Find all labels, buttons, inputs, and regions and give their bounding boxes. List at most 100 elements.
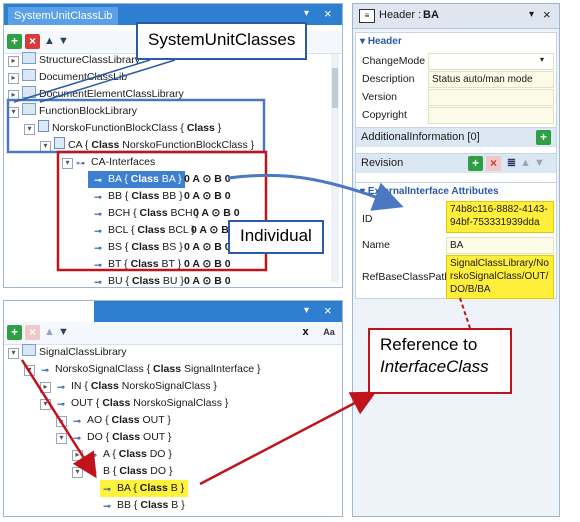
tree-row-do[interactable]: ▾ ⊸ DO { Class OUT } — [56, 429, 171, 446]
refbaseclasspath-field[interactable]: SignalClassLibrary/NorskoSignalClass/OUT… — [446, 255, 554, 299]
expander-icon[interactable]: ▾ — [40, 399, 51, 410]
move-down-button[interactable]: ▼ — [532, 156, 547, 171]
name-field[interactable]: BA — [446, 237, 554, 254]
tree-row-signal-class-lib[interactable]: ▾ SignalClassLibrary — [8, 344, 127, 361]
tree-row-document-lib[interactable]: ▸ DocumentClassLib — [8, 69, 127, 86]
changemode-select[interactable] — [428, 53, 554, 70]
copyright-field[interactable] — [428, 107, 554, 124]
add-button[interactable]: + — [7, 34, 22, 49]
move-down-button[interactable]: ▼ — [56, 325, 71, 340]
tree-row-interface-class-ba[interactable]: ⊸ BA { Class B } — [100, 480, 189, 497]
tree-row-interface-ba[interactable]: ⊸ BA { Class BA } — [88, 171, 185, 188]
expander-icon[interactable]: ▸ — [8, 90, 19, 101]
expander-icon[interactable]: ▸ — [8, 73, 19, 84]
callout-text: Individual — [240, 226, 312, 245]
callout-text: SystemUnitClasses — [148, 30, 296, 49]
interface-mapping-bs: 0 A ⊙ B 0 — [184, 241, 231, 253]
scrollbar-thumb[interactable] — [332, 68, 338, 108]
pin-icon[interactable]: ▾ — [304, 7, 309, 21]
move-up-button[interactable]: ▲ — [42, 325, 57, 340]
revision-row[interactable]: Revision + × ≣ ▲ ▼ — [356, 153, 556, 173]
tree-row-interface-bu[interactable]: ⊸ BU { Class BU } — [91, 273, 184, 286]
close-icon[interactable]: × — [324, 7, 332, 21]
close-icon[interactable]: × — [324, 304, 332, 318]
tree-label-suffix: SignalInterface } — [181, 363, 261, 375]
id-field[interactable]: 74b8c116-8882-4143-94bf-753331939dda — [446, 201, 554, 233]
pin-icon[interactable]: ▾ — [529, 9, 534, 20]
tree-row-interface-class-bb[interactable]: ⊸ BB { Class B } — [100, 497, 185, 514]
class-keyword: Class — [130, 173, 159, 185]
expander-icon[interactable]: ▸ — [72, 450, 83, 461]
expander-icon[interactable]: ▾ — [62, 158, 73, 169]
expander-icon[interactable]: ▾ — [72, 467, 83, 478]
tree-row-out[interactable]: ▾ ⊸ OUT { Class NorskoSignalClass } — [40, 395, 228, 412]
tree-label: DO { — [87, 431, 113, 443]
add-additional-info-button[interactable]: + — [536, 130, 551, 145]
delete-button[interactable]: × — [25, 325, 40, 340]
filter-clear-button[interactable]: x — [298, 325, 313, 340]
name-label: Name — [362, 239, 391, 251]
edit-revision-icon[interactable]: ≣ — [504, 156, 519, 171]
tree-label: DocumentElementClassLibrary — [39, 88, 184, 100]
tree-row-a[interactable]: ▸ ⊸ A { Class DO } — [72, 446, 172, 463]
tree-label: BU { — [108, 275, 132, 286]
add-button[interactable]: + — [7, 325, 22, 340]
tree-row-structure-lib[interactable]: ▸ StructureClassLibrary — [8, 52, 140, 69]
expander-icon[interactable]: ▾ — [8, 348, 19, 359]
tree-row-document-element-lib[interactable]: ▸ DocumentElementClassLibrary — [8, 86, 184, 103]
tree-label: BB { — [108, 190, 132, 202]
move-up-button[interactable]: ▲ — [42, 34, 57, 49]
tree-row-norsko-signal-class[interactable]: ▾ ⊸ NorskoSignalClass { Class SignalInter… — [24, 361, 260, 378]
vertical-scrollbar[interactable] — [331, 54, 339, 282]
font-size-button[interactable]: Aa — [320, 325, 338, 340]
interface-mapping-bu: 0 A ⊙ B 0 — [184, 275, 231, 286]
pin-icon[interactable]: ▾ — [304, 304, 309, 318]
tab-system-unit-class-lib[interactable]: SystemUnitClassLib — [8, 7, 119, 25]
expander-icon[interactable]: ▾ — [24, 124, 35, 135]
tree-row-in[interactable]: ▸ ⊸ IN { Class NorskoSignalClass } — [40, 378, 217, 395]
tree-row-ca[interactable]: ▾ CA { Class NorskoFunctionBlockClass } — [40, 137, 254, 154]
version-field[interactable] — [428, 89, 554, 106]
tree-label: B { — [103, 465, 120, 477]
expander-icon[interactable]: ▾ — [24, 365, 35, 376]
expander-icon[interactable]: ▾ — [8, 107, 19, 118]
tree-row-ao[interactable]: ▸ ⊸ AO { Class OUT } — [56, 412, 171, 429]
tree-row-interface-bt[interactable]: ⊸ BT { Class BT } — [91, 256, 181, 273]
additional-information-row[interactable]: AdditionalInformation [0] + — [356, 127, 556, 147]
panel-tab-bar: ▾ × — [94, 301, 342, 322]
move-down-button[interactable]: ▼ — [56, 34, 71, 49]
tree-label: AO { — [87, 414, 112, 426]
expander-icon[interactable]: ▸ — [40, 382, 51, 393]
expander-icon[interactable]: ▸ — [56, 416, 67, 427]
add-revision-button[interactable]: + — [468, 156, 483, 171]
tree-row-b[interactable]: ▾ ⊸ B { Class DO } — [72, 463, 172, 480]
class-keyword: Class — [131, 241, 160, 253]
tree-row-interface-bch[interactable]: ⊸ BCH { Class BCH } — [91, 205, 199, 222]
description-field[interactable]: Status auto/man mode — [428, 71, 554, 88]
tree-label: CA { — [68, 139, 92, 151]
tree-label-suffix: B } — [168, 499, 185, 511]
reference-callout: Reference to InterfaceClass — [368, 328, 512, 394]
close-icon[interactable]: × — [543, 7, 551, 22]
delete-button[interactable]: × — [25, 34, 40, 49]
tree-row-interface-bcl[interactable]: ⊸ BCL { Class BCL } — [91, 222, 195, 239]
interface-icon: ⊸ — [103, 501, 111, 511]
revision-label: Revision — [361, 157, 404, 169]
chevron-down-icon[interactable]: ▾ — [540, 55, 544, 64]
class-keyword: Class — [137, 224, 166, 236]
external-interface-section: ▾ ExternalInterface Attributes ID 74b8c1… — [355, 182, 557, 299]
ext-section-title: ▾ ExternalInterface Attributes — [360, 186, 499, 197]
tree-label-suffix: NorskoSignalClass } — [130, 397, 229, 409]
tree-row-function-block-lib[interactable]: ▾ FunctionBlockLibrary — [8, 103, 137, 120]
tree-row-interface-bb[interactable]: ⊸ BB { Class BB } — [91, 188, 183, 205]
expander-icon[interactable]: ▾ — [56, 433, 67, 444]
move-up-button[interactable]: ▲ — [518, 156, 533, 171]
class-keyword: Class — [91, 139, 120, 151]
tree-row-interface-bs[interactable]: ⊸ BS { Class BS } — [91, 239, 183, 256]
tree-row-norsko-function-block-class[interactable]: ▾ NorskoFunctionBlockClass { Class } — [24, 120, 221, 137]
expander-icon[interactable]: ▾ — [40, 141, 51, 152]
tree-row-ca-interfaces[interactable]: ▾ ⊶ CA-Interfaces — [62, 154, 155, 171]
expander-icon[interactable]: ▸ — [8, 56, 19, 67]
tree-label: BS { — [108, 241, 132, 253]
delete-revision-button[interactable]: × — [486, 156, 501, 171]
